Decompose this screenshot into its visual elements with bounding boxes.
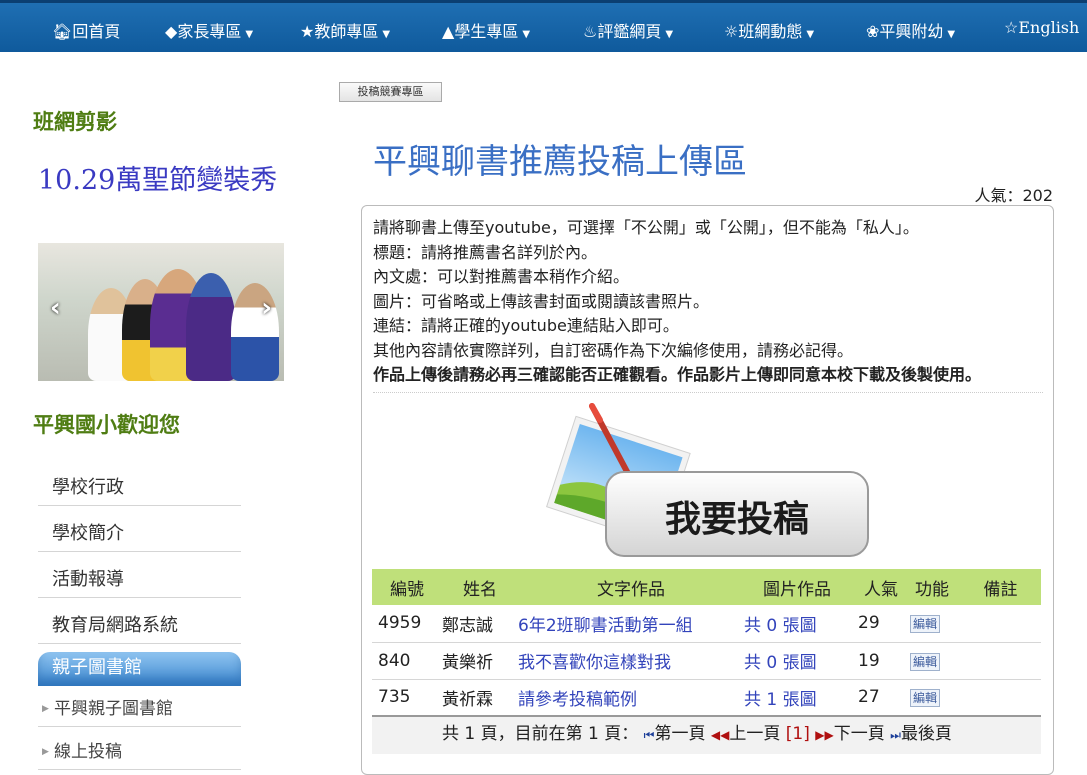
diamond-icon: ◆	[165, 22, 178, 41]
nav-teacher[interactable]: ★教師專區 ▼	[300, 18, 390, 42]
album-title[interactable]: 10.29萬聖節變裝秀	[38, 165, 278, 197]
table-row: 4959 鄭志誠 6年2班聊書活動第一組 共 0 張圖 29 編輯	[372, 605, 1041, 643]
nav-kinder[interactable]: ❀平興附幼 ▼	[866, 18, 955, 42]
nav-student[interactable]: ▲學生專區 ▼	[442, 18, 530, 42]
pager-last[interactable]: ⏭最後頁	[890, 724, 952, 744]
nav-parent[interactable]: ◆家長專區 ▼	[165, 18, 253, 42]
flame-icon: ♨	[583, 22, 598, 41]
table-row: 840 黃樂祈 我不喜歡你這樣對我 共 0 張圖 19 編輯	[372, 642, 1041, 680]
nav-eval[interactable]: ♨評鑑網頁 ▼	[583, 18, 673, 42]
caret-down-icon: ▼	[382, 29, 391, 40]
instruction-line: 標題：請將推薦書名詳列於內。	[373, 242, 598, 262]
instruction-line: 其他內容請依實際詳列，自訂密碼作為下次編修使用，請務必記得。	[373, 340, 854, 360]
pager-current[interactable]: [1]	[786, 724, 810, 744]
cell-id: 735	[372, 679, 436, 717]
picture-link[interactable]: 共 0 張圖	[744, 616, 817, 636]
top-nav: 🏠︎回首頁 ◆家長專區 ▼ ★教師專區 ▼ ▲學生專區 ▼ ♨評鑑網頁 ▼ ☼班網動態 ▼…	[0, 0, 1087, 52]
chevron-left-icon[interactable]: ‹	[50, 293, 61, 323]
work-link[interactable]: 6年2班聊書活動第一組	[518, 616, 693, 636]
instruction-warning: 作品上傳後請務必再三確認能否正確觀看。作品影片上傳即同意本校下載及後製使用。	[373, 365, 982, 384]
star-outline-icon: ☆	[1004, 18, 1019, 37]
cell-name: 黃祈霖	[436, 679, 518, 717]
sidebar-item-intro[interactable]: 學校簡介	[38, 518, 241, 552]
triangle-right-icon: ▶	[42, 747, 49, 757]
col-popularity: 人氣	[850, 569, 904, 605]
work-link[interactable]: 請參考投稿範例	[518, 690, 637, 710]
col-function: 功能	[904, 569, 960, 605]
cell-name: 鄭志誠	[436, 605, 518, 643]
sidebar-item-network[interactable]: 教育局網路系統	[38, 610, 241, 644]
work-link[interactable]: 我不喜歡你這樣對我	[518, 653, 671, 673]
pager-summary: 共 1 頁，目前在第 1 頁：	[442, 724, 639, 744]
page-title: 平興聊書推薦投稿上傳區	[373, 142, 747, 182]
instruction-line: 內文處：可以對推薦書本稍作介紹。	[373, 267, 630, 286]
instruction-line: 連結：請將正確的youtube連結貼入即可。	[373, 316, 679, 335]
clip-heading: 班網剪影	[33, 110, 117, 134]
sidebar-item-news[interactable]: 活動報導	[38, 564, 241, 598]
sidebar-subitem-library[interactable]: ▶ 平興親子圖書館	[38, 693, 241, 727]
album-photo[interactable]: ‹ ›	[38, 243, 284, 381]
chevron-right-icon[interactable]: ›	[261, 293, 272, 323]
table-row: 735 黃祈霖 請參考投稿範例 共 1 張圖 27 編輯	[372, 679, 1041, 717]
table-header-row: 編號 姓名 文字作品 圖片作品 人氣 功能 備註	[372, 569, 1041, 605]
caret-down-icon: ▼	[947, 29, 956, 40]
cell-popularity: 27	[850, 679, 904, 717]
nav-class[interactable]: ☼班網動態 ▼	[724, 18, 814, 42]
col-id: 編號	[372, 569, 436, 605]
pager-next[interactable]: ▶▶下一頁	[815, 724, 884, 744]
tab-contest[interactable]: 投稿競賽專區	[339, 82, 442, 102]
col-text-work: 文字作品	[518, 569, 744, 605]
picture-link[interactable]: 共 1 張圖	[744, 690, 817, 710]
pagination: 共 1 頁，目前在第 1 頁： ⏮第一頁 ◀◀上一頁 [1] ▶▶下一頁 ⏭最後…	[372, 717, 1041, 754]
triangle-right-icon: ▶	[42, 704, 49, 714]
works-table: 編號 姓名 文字作品 圖片作品 人氣 功能 備註 4959 鄭志誠 6年2班聊書…	[372, 569, 1041, 717]
cell-note	[960, 605, 1041, 643]
first-page-icon: ⏮	[643, 728, 655, 742]
submit-button[interactable]: 我要投稿	[540, 400, 880, 565]
triangle-icon: ▲	[442, 22, 455, 41]
home-icon: 🏠︎	[52, 22, 73, 41]
cell-popularity: 29	[850, 605, 904, 643]
nav-english[interactable]: ☆English	[1004, 18, 1079, 37]
welcome-heading: 平興國小歡迎您	[33, 413, 180, 437]
edit-button[interactable]: 編輯	[910, 652, 941, 671]
edit-button[interactable]: 編輯	[910, 615, 941, 634]
instruction-line: 請將聊書上傳至youtube，可選擇「不公開」或「公開」，但不能為「私人」。	[373, 218, 919, 237]
col-picture-work: 圖片作品	[744, 569, 850, 605]
cell-id: 840	[372, 642, 436, 680]
sidebar-item-admin[interactable]: 學校行政	[38, 472, 241, 506]
sun-icon: ☼	[724, 22, 739, 41]
flower-icon: ❀	[866, 22, 880, 41]
caret-down-icon: ▼	[665, 29, 674, 40]
cell-note	[960, 642, 1041, 680]
popularity-count: 人氣：202	[974, 186, 1053, 205]
next-page-icon: ▶▶	[815, 728, 834, 742]
cell-popularity: 19	[850, 642, 904, 680]
cell-name: 黃樂祈	[436, 642, 518, 680]
pager-first[interactable]: ⏮第一頁	[644, 724, 706, 744]
caret-down-icon: ▼	[245, 29, 254, 40]
picture-link[interactable]: 共 0 張圖	[744, 653, 817, 673]
star-icon: ★	[300, 22, 315, 41]
nav-home[interactable]: 🏠︎回首頁	[52, 18, 120, 42]
submit-label: 我要投稿	[664, 499, 809, 540]
caret-down-icon: ▼	[522, 29, 531, 40]
edit-button[interactable]: 編輯	[910, 689, 941, 708]
sidebar-subitem-submit[interactable]: ▶ 線上投稿	[38, 736, 241, 770]
pager-prev[interactable]: ◀◀上一頁	[711, 724, 780, 744]
last-page-icon: ⏭	[890, 728, 901, 742]
instructions: 請將聊書上傳至youtube，可選擇「不公開」或「公開」，但不能為「私人」。 標…	[373, 216, 1043, 388]
cell-note	[960, 679, 1041, 717]
col-name: 姓名	[436, 569, 518, 605]
cell-id: 4959	[372, 605, 436, 643]
col-note: 備註	[960, 569, 1041, 605]
instruction-line: 圖片：可省略或上傳該書封面或閱讀該書照片。	[373, 291, 710, 311]
divider	[373, 392, 1043, 393]
caret-down-icon: ▼	[806, 29, 815, 40]
prev-page-icon: ◀◀	[710, 728, 730, 742]
sidebar-item-library[interactable]: 親子圖書館	[38, 652, 241, 686]
